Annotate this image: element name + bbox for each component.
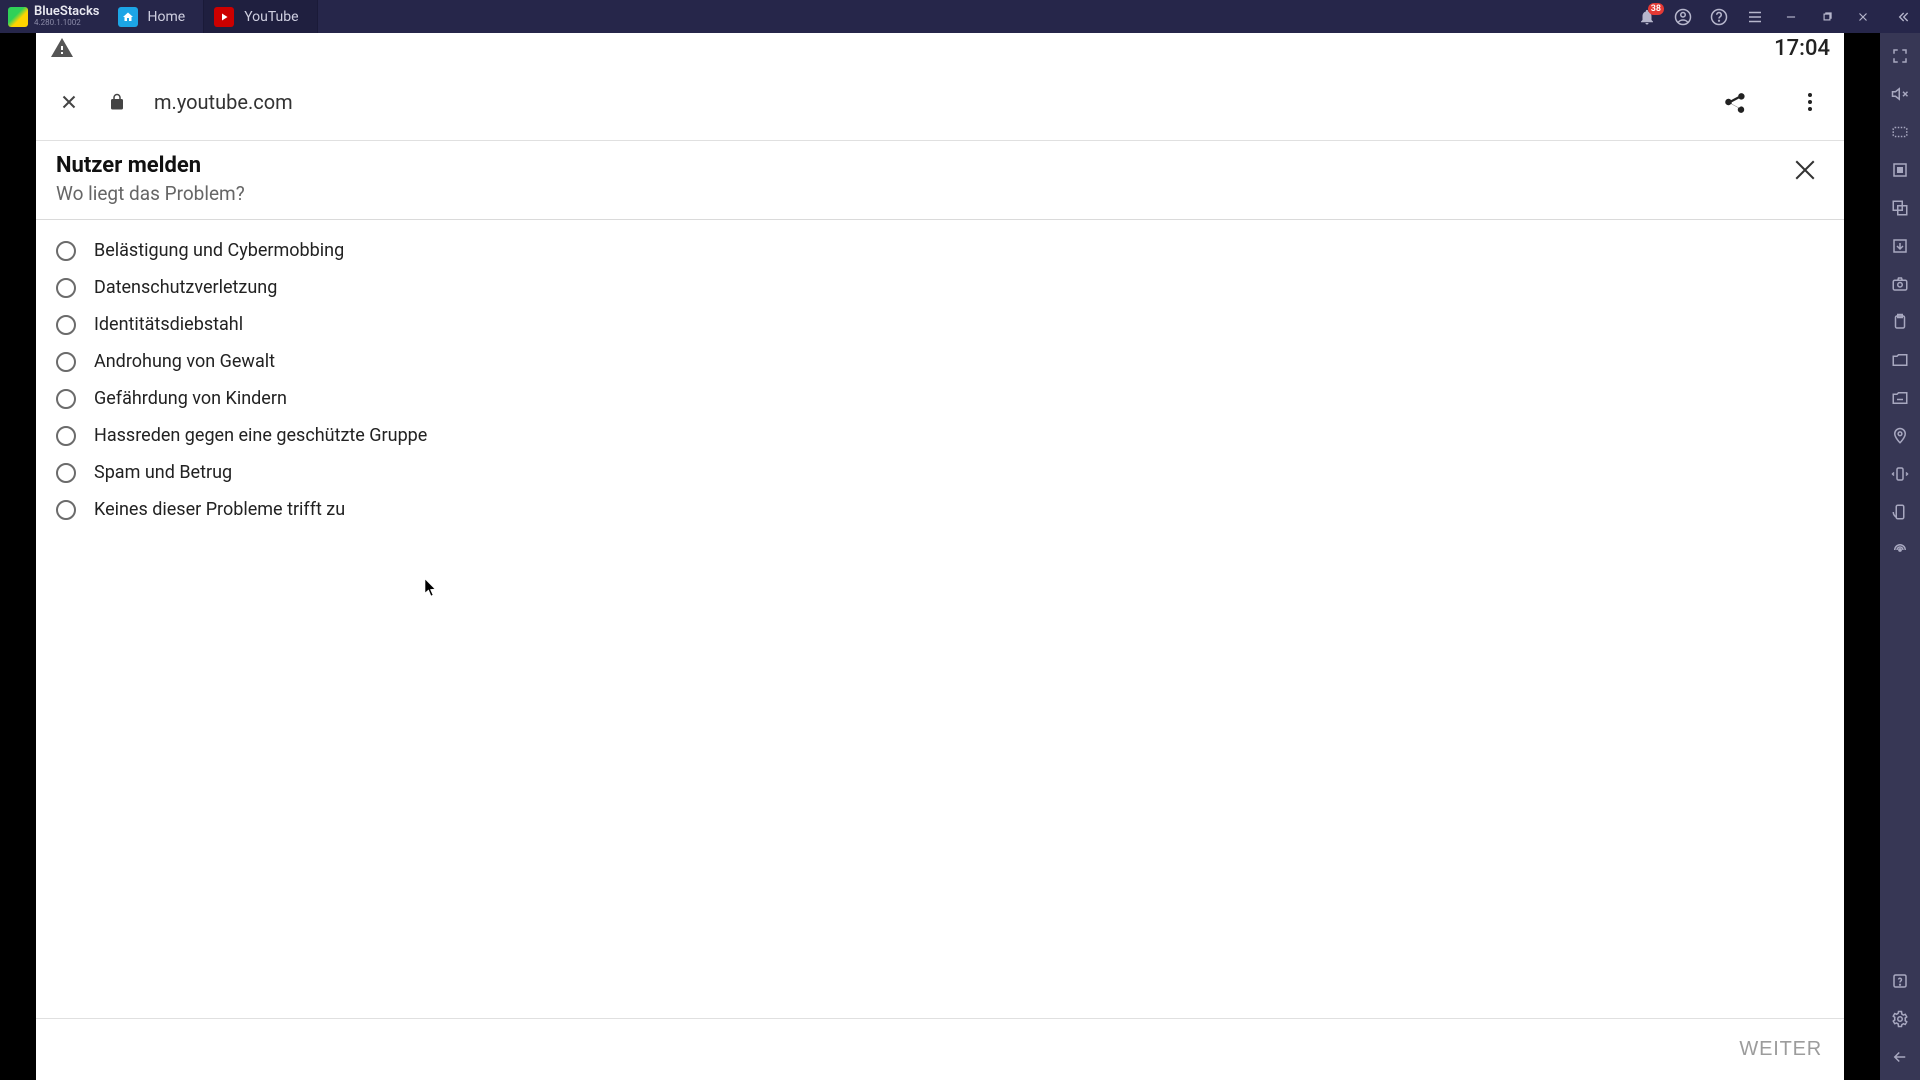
report-option[interactable]: Identitätsdiebstahl xyxy=(46,306,1834,343)
notifications-button[interactable]: 38 xyxy=(1636,6,1658,28)
help-sidebar-button[interactable] xyxy=(1883,964,1917,998)
report-option[interactable]: Belästigung und Cybermobbing xyxy=(46,232,1834,269)
tab-home-label: Home xyxy=(148,9,186,25)
window-minimize-button[interactable] xyxy=(1780,6,1802,28)
tab-youtube-label: YouTube xyxy=(244,9,298,25)
settings-button[interactable] xyxy=(1883,1002,1917,1036)
report-option-label: Datenschutzverletzung xyxy=(94,277,277,298)
report-option[interactable]: Keines dieser Probleme trifft zu xyxy=(46,491,1834,528)
radio-icon xyxy=(56,241,76,261)
help-button[interactable] xyxy=(1708,6,1730,28)
install-apk-button[interactable] xyxy=(1883,229,1917,263)
titlebar-controls: 38 xyxy=(1636,0,1914,33)
report-option[interactable]: Hassreden gegen eine geschützte Gruppe xyxy=(46,417,1834,454)
radio-icon xyxy=(56,315,76,335)
report-option[interactable]: Gefährdung von Kindern xyxy=(46,380,1834,417)
warning-icon xyxy=(50,36,74,60)
window-close-button[interactable] xyxy=(1852,6,1874,28)
account-button[interactable] xyxy=(1672,6,1694,28)
rotate-button[interactable] xyxy=(1883,495,1917,529)
multi-instance-button[interactable] xyxy=(1883,191,1917,225)
tab-youtube[interactable]: YouTube xyxy=(204,0,317,33)
youtube-icon xyxy=(214,7,234,27)
hamburger-menu-button[interactable] xyxy=(1744,6,1766,28)
report-options: Belästigung und Cybermobbing Datenschutz… xyxy=(36,224,1844,536)
clipboard-sync-button[interactable] xyxy=(1883,305,1917,339)
report-option-label: Identitätsdiebstahl xyxy=(94,314,243,335)
report-option-label: Keines dieser Probleme trifft zu xyxy=(94,499,345,520)
browser-close-button[interactable] xyxy=(58,91,80,113)
dialog-title: Nutzer melden xyxy=(56,153,1824,178)
volume-mute-button[interactable] xyxy=(1883,77,1917,111)
location-button[interactable] xyxy=(1883,419,1917,453)
dialog-subtitle: Wo liegt das Problem? xyxy=(56,182,1824,205)
report-option[interactable]: Datenschutzverletzung xyxy=(46,269,1834,306)
sidebar-collapse-button[interactable] xyxy=(1892,6,1914,28)
bluestacks-version: 4.280.1.1002 xyxy=(34,18,100,27)
next-button[interactable]: WEITER xyxy=(1739,1038,1822,1061)
status-time: 17:04 xyxy=(1774,36,1830,61)
cursor-icon xyxy=(425,579,437,597)
dialog-footer: WEITER xyxy=(36,1018,1844,1080)
report-option-label: Hassreden gegen eine geschützte Gruppe xyxy=(94,425,427,446)
radio-icon xyxy=(56,389,76,409)
streaming-button[interactable] xyxy=(1883,533,1917,567)
emulator-area: 17:04 m.youtube.com Nutzer xyxy=(0,33,1880,1080)
shake-button[interactable] xyxy=(1883,457,1917,491)
shared-folder-button[interactable] xyxy=(1883,381,1917,415)
radio-icon xyxy=(56,500,76,520)
lock-icon xyxy=(108,93,126,111)
share-button[interactable] xyxy=(1722,89,1748,115)
browser-more-button[interactable] xyxy=(1798,90,1822,114)
dialog-close-button[interactable] xyxy=(1790,155,1820,185)
report-option[interactable]: Spam und Betrug xyxy=(46,454,1834,491)
report-option-label: Androhung von Gewalt xyxy=(94,351,275,372)
media-folder-button[interactable] xyxy=(1883,343,1917,377)
android-status-bar: 17:04 xyxy=(36,33,1844,63)
radio-icon xyxy=(56,352,76,372)
report-dialog: Nutzer melden Wo liegt das Problem? Belä… xyxy=(36,141,1844,1080)
bluestacks-logo: BlueStacks 4.280.1.1002 xyxy=(0,6,108,27)
android-back-button[interactable] xyxy=(1883,1040,1917,1074)
bluestacks-brand: BlueStacks xyxy=(34,6,100,18)
dialog-header: Nutzer melden Wo liegt das Problem? xyxy=(36,141,1844,220)
fullscreen-button[interactable] xyxy=(1883,39,1917,73)
android-screen: 17:04 m.youtube.com Nutzer xyxy=(36,33,1844,1080)
report-option-label: Gefährdung von Kindern xyxy=(94,388,287,409)
screenshot-button[interactable] xyxy=(1883,267,1917,301)
tab-home[interactable]: Home xyxy=(108,0,205,33)
keymap-button[interactable] xyxy=(1883,115,1917,149)
radio-icon xyxy=(56,463,76,483)
browser-toolbar: m.youtube.com xyxy=(36,63,1844,141)
report-option-label: Belästigung und Cybermobbing xyxy=(94,240,344,261)
radio-icon xyxy=(56,278,76,298)
radio-icon xyxy=(56,426,76,446)
window-restore-button[interactable] xyxy=(1816,6,1838,28)
report-option-label: Spam und Betrug xyxy=(94,462,232,483)
macro-recorder-button[interactable] xyxy=(1883,153,1917,187)
browser-url[interactable]: m.youtube.com xyxy=(154,90,1694,114)
notifications-badge: 38 xyxy=(1648,3,1664,15)
home-icon xyxy=(118,7,138,27)
report-option[interactable]: Androhung von Gewalt xyxy=(46,343,1834,380)
bluestacks-titlebar: BlueStacks 4.280.1.1002 Home YouTube 38 xyxy=(0,0,1920,33)
bluestacks-logo-icon xyxy=(8,7,28,27)
bluestacks-side-toolbar xyxy=(1880,33,1920,1080)
